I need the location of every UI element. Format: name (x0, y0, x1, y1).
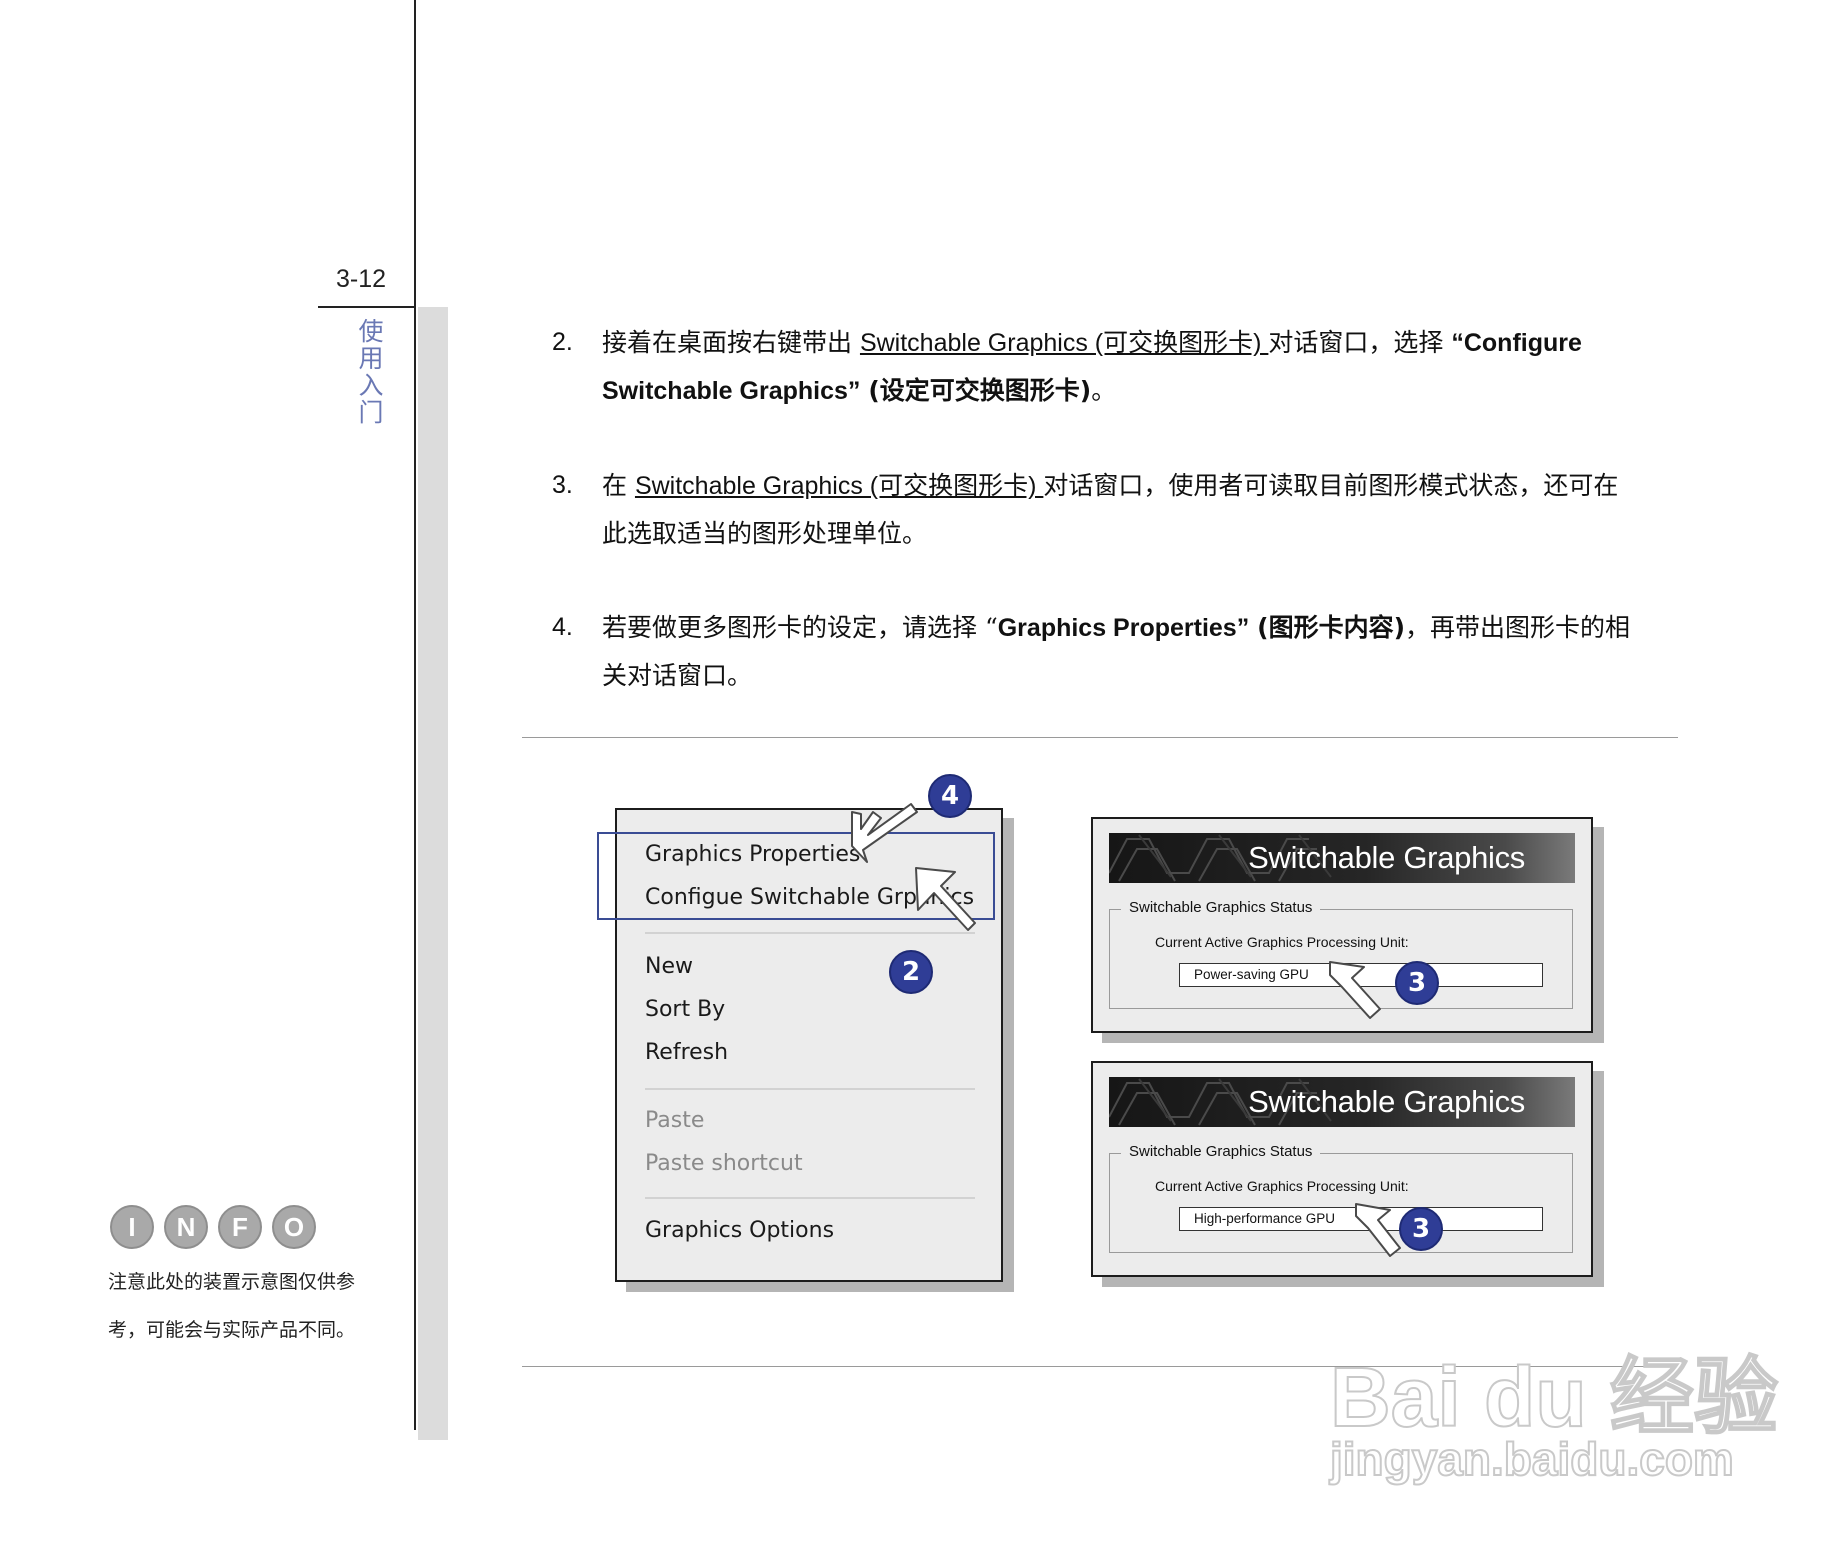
menu-item-refresh[interactable]: Refresh (645, 1040, 728, 1065)
active-gpu-field: Power-saving GPU (1179, 963, 1543, 987)
status-group-label: Switchable Graphics Status (1121, 1143, 1321, 1160)
info-note-line: 考，可能会与实际产品不同。 (108, 1319, 356, 1341)
step-3: 3. 在 Switchable Graphics (可交换图形卡) 对话窗口，使… (552, 462, 1678, 557)
active-gpu-field: High-performance GPU (1179, 1207, 1543, 1231)
menu-highlight-box (597, 832, 995, 920)
info-note-line: 注意此处的装置示意图仅供参 (108, 1271, 356, 1293)
switchable-graphics-panel-performance: Switchable Graphics Switchable Graphics … (1091, 1061, 1593, 1277)
margin-rule (414, 0, 416, 1430)
step-text-part: 关对话窗口。 (602, 661, 753, 690)
step-text-part: ，再带出图形卡的相 (1405, 613, 1631, 642)
page-number: 3-12 (336, 265, 387, 293)
step-text: 接着在桌面按右键带出 Switchable Graphics (可交换图形卡) … (602, 319, 1678, 415)
step-text-part: 若要做更多图形卡的设定，请选择 “ (602, 613, 998, 642)
chapter-char: 用 (358, 344, 384, 373)
menu-item-paste: Paste (645, 1108, 705, 1133)
step-text-part: 对话窗口，选择 (1268, 328, 1452, 357)
active-gpu-label: Current Active Graphics Processing Unit: (1155, 1178, 1409, 1194)
menu-item-new[interactable]: New (645, 954, 693, 979)
callout-badge-3a: 3 (1395, 961, 1439, 1005)
info-icon: I N F O (110, 1205, 316, 1249)
menu-separator (645, 1088, 975, 1090)
status-group-label: Switchable Graphics Status (1121, 899, 1321, 916)
step-text-part: 对话窗口，使用者可读取目前图形模式状态，还可在 (1043, 471, 1619, 500)
info-letter-o-icon: O (272, 1205, 316, 1249)
switchable-graphics-link[interactable]: Switchable Graphics (可交换图形卡) (860, 329, 1268, 357)
info-letter-n-icon: N (164, 1205, 208, 1249)
step-text-part: 。 (1091, 376, 1117, 405)
chapter-char: 门 (358, 398, 384, 427)
divider-top (522, 737, 1678, 738)
status-group (1109, 909, 1573, 1009)
step-4: 4. 若要做更多图形卡的设定，请选择 “Graphics Properties”… (552, 604, 1678, 699)
info-letter-i-icon: I (110, 1205, 154, 1249)
step-text: 在 Switchable Graphics (可交换图形卡) 对话窗口，使用者可… (602, 462, 1678, 557)
chapter-char: 入 (358, 371, 384, 400)
panel-title: Switchable Graphics (1248, 1084, 1525, 1119)
info-note: 注意此处的装置示意图仅供参 考，可能会与实际产品不同。 (108, 1258, 398, 1354)
menu-item-sort-by[interactable]: Sort By (645, 997, 725, 1022)
step-number: 3. (552, 471, 573, 499)
page-number-rule (318, 306, 416, 308)
menu-item-paste-shortcut: Paste shortcut (645, 1151, 803, 1176)
step-number: 4. (552, 613, 573, 641)
step-text-part: 此选取适当的图形处理单位。 (602, 519, 928, 548)
switchable-graphics-panel-power: Switchable Graphics Switchable Graphics … (1091, 817, 1593, 1033)
step-bold: Graphics Properties” (997, 614, 1250, 642)
watermark-url: jingyan.baidu.com (1329, 1432, 1735, 1486)
menu-separator (645, 932, 975, 934)
margin-gray-band (418, 307, 448, 1440)
status-group (1109, 1153, 1573, 1253)
panel-title: Switchable Graphics (1248, 840, 1525, 875)
panel-banner: Switchable Graphics (1109, 833, 1575, 883)
switchable-graphics-link[interactable]: Switchable Graphics (可交换图形卡) (635, 472, 1043, 500)
menu-separator (645, 1197, 975, 1199)
callout-badge-4: 4 (928, 774, 972, 818)
panel-banner: Switchable Graphics (1109, 1077, 1575, 1127)
step-number: 2. (552, 328, 573, 356)
callout-badge-3b: 3 (1399, 1207, 1443, 1251)
active-gpu-label: Current Active Graphics Processing Unit: (1155, 934, 1409, 950)
chapter-char: 使 (358, 317, 384, 346)
chapter-title: 使 用 入 门 (356, 318, 386, 426)
callout-badge-2: 2 (889, 950, 933, 994)
step-2: 2. 接着在桌面按右键带出 Switchable Graphics (可交换图形… (552, 319, 1678, 415)
step-text-part: 接着在桌面按右键带出 (602, 328, 860, 357)
info-letter-f-icon: F (218, 1205, 262, 1249)
step-bold: Switchable Graphics” (602, 377, 861, 405)
step-bold: (设定可交换图形卡) (868, 376, 1092, 405)
step-text-part: 在 (602, 471, 635, 500)
menu-item-graphics-options[interactable]: Graphics Options (645, 1218, 834, 1243)
step-bold: (图形卡内容) (1257, 613, 1406, 642)
step-text: 若要做更多图形卡的设定，请选择 “Graphics Properties” (图… (602, 604, 1678, 699)
step-bold: “Configure (1451, 329, 1582, 357)
